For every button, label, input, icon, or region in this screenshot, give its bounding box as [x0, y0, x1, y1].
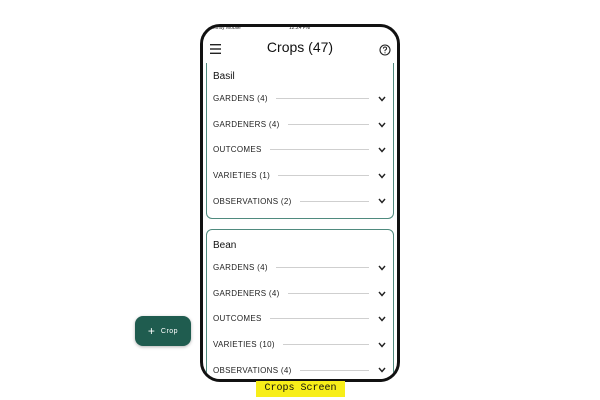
add-crop-button[interactable]: + Crop: [135, 316, 191, 346]
screen-caption: Crops Screen: [256, 381, 345, 397]
divider: [282, 344, 369, 346]
section-label: VARIETIES (10): [213, 340, 275, 350]
divider: [269, 149, 369, 151]
chevron-down-icon: [378, 367, 386, 373]
carrier-label: Xfinity Mobile: [211, 25, 241, 31]
status-bar: Xfinity Mobile 12:24 PM ▮: [203, 27, 397, 36]
section-gardens[interactable]: GARDENS (4): [207, 86, 393, 112]
crop-card: Basil GARDENS (4) GARDENERS (4) OUTCOMES…: [206, 63, 394, 219]
crop-card: Bean GARDENS (4) GARDENERS (4) OUTCOMES …: [206, 228, 394, 379]
section-gardeners[interactable]: GARDENERS (4): [207, 281, 393, 307]
help-icon[interactable]: [379, 44, 391, 56]
chevron-down-icon: [378, 291, 386, 297]
divider: [275, 98, 369, 100]
section-label: OBSERVATIONS (4): [213, 365, 292, 375]
divider: [287, 123, 369, 125]
plus-icon: +: [147, 324, 155, 338]
chevron-down-icon: [378, 147, 386, 153]
divider: [299, 200, 369, 202]
app-bar: Crops (47): [203, 36, 397, 62]
section-label: OUTCOMES: [213, 314, 262, 324]
chevron-down-icon: [378, 316, 386, 322]
section-label: GARDENS (4): [213, 263, 268, 273]
section-label: GARDENERS (4): [213, 119, 280, 129]
section-gardens[interactable]: GARDENS (4): [207, 255, 393, 281]
page-title: Crops (47): [266, 39, 334, 55]
section-label: OUTCOMES: [213, 145, 262, 155]
section-label: VARIETIES (1): [213, 171, 271, 181]
section-observations[interactable]: OBSERVATIONS (2): [207, 188, 393, 214]
section-observations[interactable]: OBSERVATIONS (4): [207, 357, 393, 379]
battery-icon: ▮: [388, 25, 391, 31]
phone-frame: Xfinity Mobile 12:24 PM ▮ Crops (47) Bas…: [200, 24, 400, 382]
divider: [278, 175, 369, 177]
clock-label: 12:24 PM: [289, 25, 311, 31]
divider: [299, 369, 369, 371]
chevron-down-icon: [378, 173, 386, 179]
chevron-down-icon: [378, 122, 386, 128]
chevron-down-icon: [378, 342, 386, 348]
divider: [269, 318, 369, 320]
crop-name: Bean: [213, 239, 237, 251]
chevron-down-icon: [378, 96, 386, 102]
divider: [287, 292, 369, 294]
chevron-down-icon: [378, 198, 386, 204]
section-varieties[interactable]: VARIETIES (10): [207, 332, 393, 358]
section-gardeners[interactable]: GARDENERS (4): [207, 112, 393, 138]
chevron-down-icon: [378, 265, 386, 271]
section-label: GARDENS (4): [213, 94, 268, 104]
add-crop-label: Crop: [160, 327, 179, 335]
section-label: GARDENERS (4): [213, 288, 280, 298]
section-outcomes[interactable]: OUTCOMES: [207, 137, 393, 163]
section-varieties[interactable]: VARIETIES (1): [207, 163, 393, 189]
crop-list: Basil GARDENS (4) GARDENERS (4) OUTCOMES…: [203, 63, 397, 379]
section-outcomes[interactable]: OUTCOMES: [207, 306, 393, 332]
section-label: OBSERVATIONS (2): [213, 196, 292, 206]
divider: [275, 267, 369, 269]
crop-name: Basil: [213, 71, 235, 82]
